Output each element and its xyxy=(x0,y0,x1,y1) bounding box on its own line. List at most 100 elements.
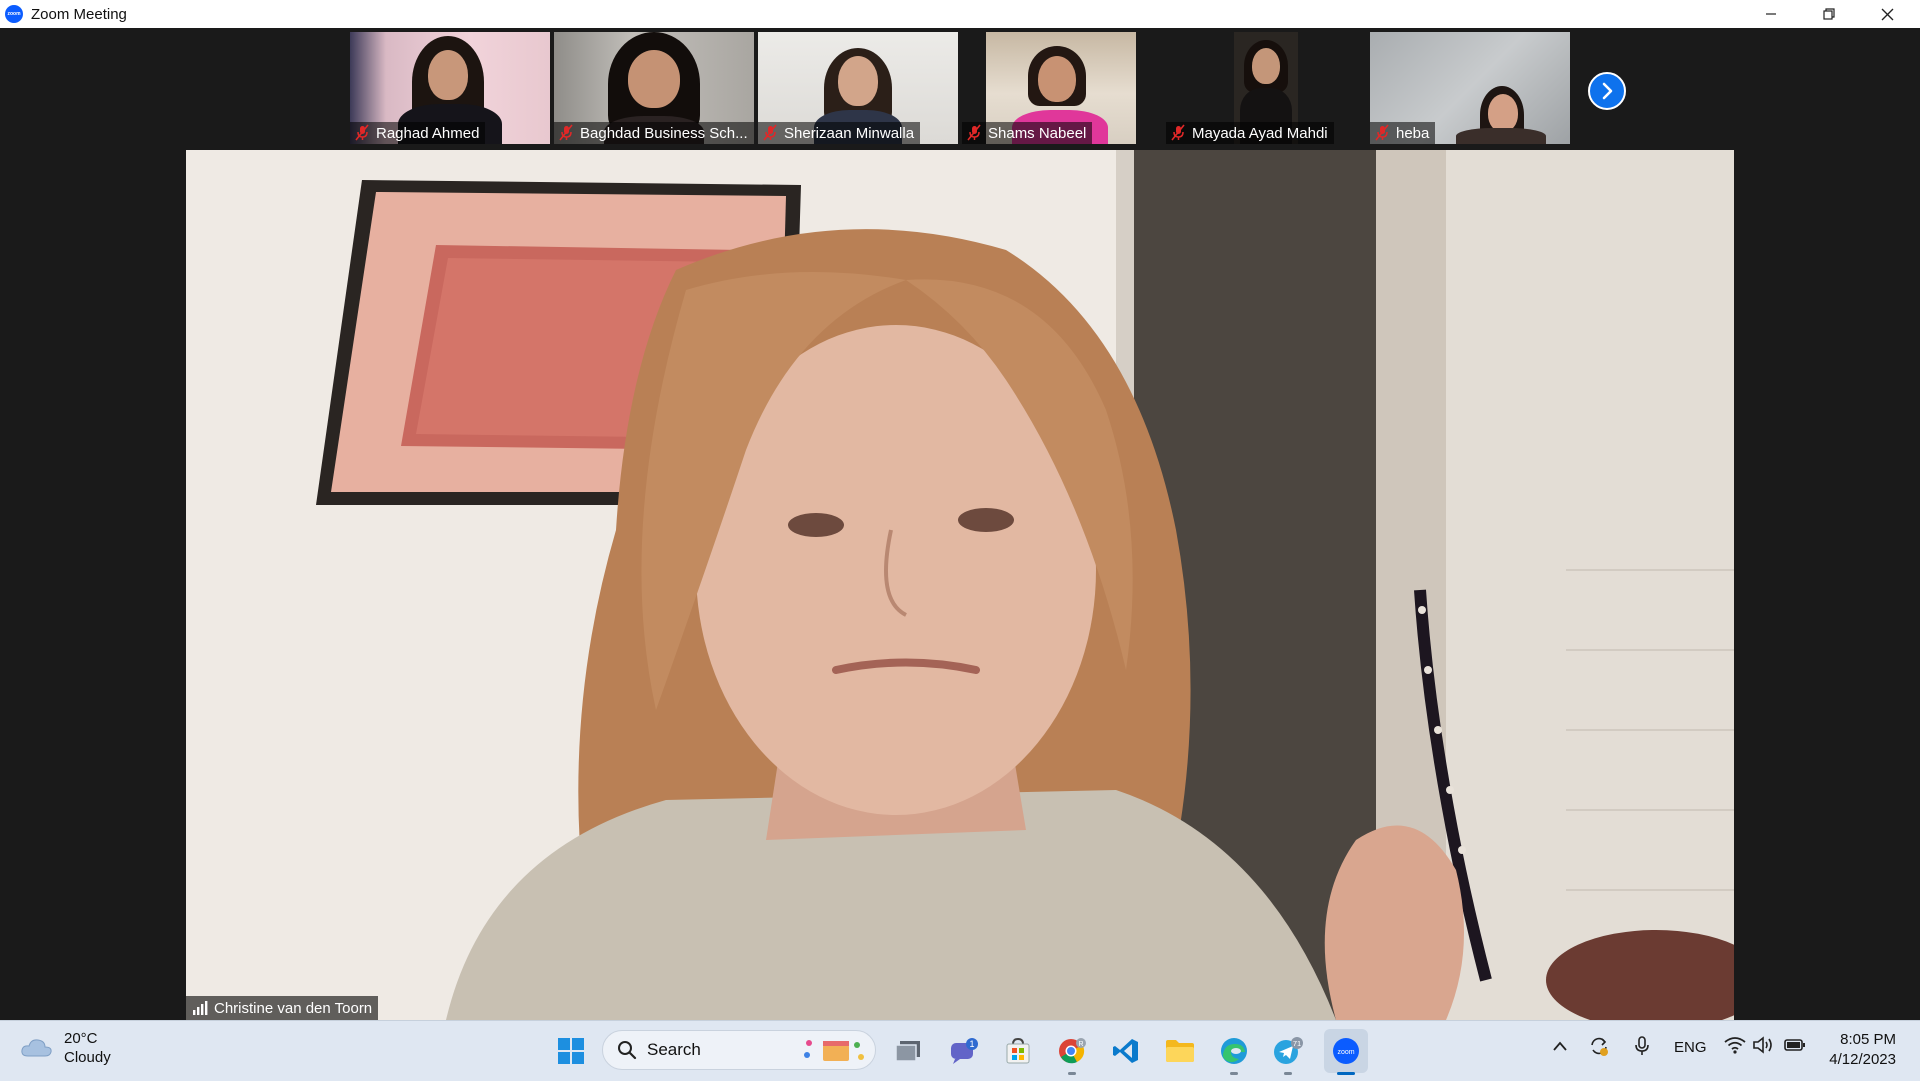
speaker-name-tag: Christine van den Toorn xyxy=(186,996,379,1020)
close-icon xyxy=(1881,8,1893,20)
clock-time: 8:05 PM xyxy=(1840,1031,1896,1048)
speaker-name: Christine van den Toorn xyxy=(214,999,373,1017)
participant-name-tag: Shams Nabeel xyxy=(962,122,1093,144)
participant-face xyxy=(428,50,468,100)
battery-button[interactable] xyxy=(1784,1038,1806,1056)
network-button[interactable] xyxy=(1724,1036,1746,1058)
zoom-icon-label: zoom xyxy=(1337,1049,1354,1056)
search-highlight-icon xyxy=(804,1040,864,1061)
taskbar-search[interactable]: Search xyxy=(602,1030,876,1070)
volume-button[interactable] xyxy=(1752,1036,1774,1058)
chat-app[interactable]: 1 xyxy=(942,1029,986,1073)
weather-widget[interactable]: 20°C Cloudy xyxy=(20,1029,111,1067)
participant-face xyxy=(628,50,680,108)
participant-name: Shams Nabeel xyxy=(988,124,1087,142)
telegram-icon: 71 xyxy=(1274,1037,1303,1064)
minimize-button[interactable] xyxy=(1742,0,1800,28)
muted-mic-icon xyxy=(763,124,777,141)
participant-name-tag: Sherizaan Minwalla xyxy=(758,122,921,144)
zoom-app-icon: zoom xyxy=(5,5,23,23)
clock-date: 4/12/2023 xyxy=(1829,1051,1896,1068)
participant-name: Baghdad Business Sch... xyxy=(580,124,748,142)
participant-tile[interactable]: Baghdad Business Sch... xyxy=(554,32,754,144)
folder-icon xyxy=(1166,1040,1194,1062)
next-page-button[interactable] xyxy=(1588,72,1626,110)
running-indicator xyxy=(1284,1072,1292,1075)
minimize-icon xyxy=(1766,13,1776,15)
microphone-status[interactable] xyxy=(1634,1035,1650,1061)
muted-mic-icon xyxy=(559,124,573,141)
muted-mic-icon xyxy=(1171,124,1185,141)
participant-tile[interactable]: Shams Nabeel xyxy=(962,32,1137,144)
running-indicator xyxy=(1068,1072,1076,1075)
participant-name: Raghad Ahmed xyxy=(376,124,480,142)
vscode-app[interactable] xyxy=(1104,1029,1148,1073)
participant-name-tag: heba xyxy=(1370,122,1436,144)
weather-temp: 20°C xyxy=(64,1030,98,1047)
chevron-up-icon xyxy=(1553,1041,1567,1051)
participant-name-tag: Raghad Ahmed xyxy=(350,122,486,144)
store-app[interactable] xyxy=(996,1029,1040,1073)
store-icon xyxy=(1006,1037,1030,1064)
sync-status[interactable] xyxy=(1588,1035,1610,1061)
search-icon xyxy=(618,1041,637,1060)
participant-name: heba xyxy=(1396,124,1430,142)
show-hidden-icons-button[interactable] xyxy=(1552,1039,1568,1056)
participant-body xyxy=(1456,128,1546,144)
chat-icon: 1 xyxy=(951,1038,978,1064)
muted-mic-icon xyxy=(355,124,369,141)
chevron-right-icon xyxy=(1602,82,1613,100)
telegram-app[interactable]: 71 xyxy=(1266,1029,1310,1075)
participant-name-tag: Baghdad Business Sch... xyxy=(554,122,754,144)
wifi-icon xyxy=(1724,1037,1746,1054)
participant-face xyxy=(1488,94,1518,132)
participant-tile[interactable]: Raghad Ahmed xyxy=(350,32,550,144)
active-indicator xyxy=(1337,1072,1355,1075)
speaker-video-frame xyxy=(186,150,1734,1020)
participant-name: Mayada Ayad Mahdi xyxy=(1192,124,1328,142)
zoom-app[interactable]: zoom xyxy=(1324,1029,1368,1075)
battery-icon xyxy=(1784,1039,1805,1051)
participant-tile[interactable]: heba xyxy=(1370,32,1570,144)
speaker-icon xyxy=(1753,1036,1772,1054)
windows-start-icon xyxy=(558,1038,584,1064)
close-button[interactable] xyxy=(1858,0,1916,28)
muted-mic-icon xyxy=(1375,124,1389,141)
signal-bars-icon xyxy=(193,1001,208,1015)
task-view-icon xyxy=(895,1041,920,1062)
chrome-profile-badge: R xyxy=(1078,1041,1083,1048)
title-bar: zoom Zoom Meeting xyxy=(0,0,1920,28)
edge-icon xyxy=(1221,1038,1247,1064)
participant-name: Sherizaan Minwalla xyxy=(784,124,915,142)
file-explorer-app[interactable] xyxy=(1158,1029,1202,1073)
restore-icon xyxy=(1823,8,1835,20)
microphone-icon xyxy=(1635,1036,1649,1055)
participant-strip: Raghad Ahmed Baghdad Business Sch... She… xyxy=(0,32,1920,146)
chrome-app[interactable]: R xyxy=(1050,1029,1094,1075)
vscode-icon xyxy=(1113,1039,1138,1063)
muted-mic-icon xyxy=(967,124,981,141)
start-button[interactable] xyxy=(549,1029,593,1073)
meeting-area: Raghad Ahmed Baghdad Business Sch... She… xyxy=(0,28,1920,1020)
participant-face xyxy=(1252,48,1280,84)
weather-condition: Cloudy xyxy=(64,1049,111,1066)
chat-badge: 1 xyxy=(969,1039,974,1049)
active-speaker-video[interactable]: Christine van den Toorn xyxy=(186,150,1734,1020)
windows-taskbar: 20°C Cloudy Search 1 R 71 zoom ENG 8:05 … xyxy=(0,1020,1920,1081)
zoom-icon: zoom xyxy=(1333,1038,1359,1064)
language-indicator[interactable]: ENG xyxy=(1674,1039,1707,1056)
search-label: Search xyxy=(647,1040,701,1059)
participant-tile[interactable]: Mayada Ayad Mahdi xyxy=(1166,32,1366,144)
running-indicator xyxy=(1230,1072,1238,1075)
restore-button[interactable] xyxy=(1800,0,1858,28)
edge-app[interactable] xyxy=(1212,1029,1256,1075)
participant-name-tag: Mayada Ayad Mahdi xyxy=(1166,122,1334,144)
participant-face xyxy=(1038,56,1076,102)
sync-icon xyxy=(1591,1037,1608,1056)
window-title: Zoom Meeting xyxy=(31,5,127,23)
participant-tile[interactable]: Sherizaan Minwalla xyxy=(758,32,958,144)
task-view-button[interactable] xyxy=(886,1029,930,1073)
zoom-logo-text: zoom xyxy=(7,11,21,17)
clock[interactable]: 8:05 PM 4/12/2023 xyxy=(1829,1030,1896,1070)
participant-face xyxy=(838,56,878,106)
